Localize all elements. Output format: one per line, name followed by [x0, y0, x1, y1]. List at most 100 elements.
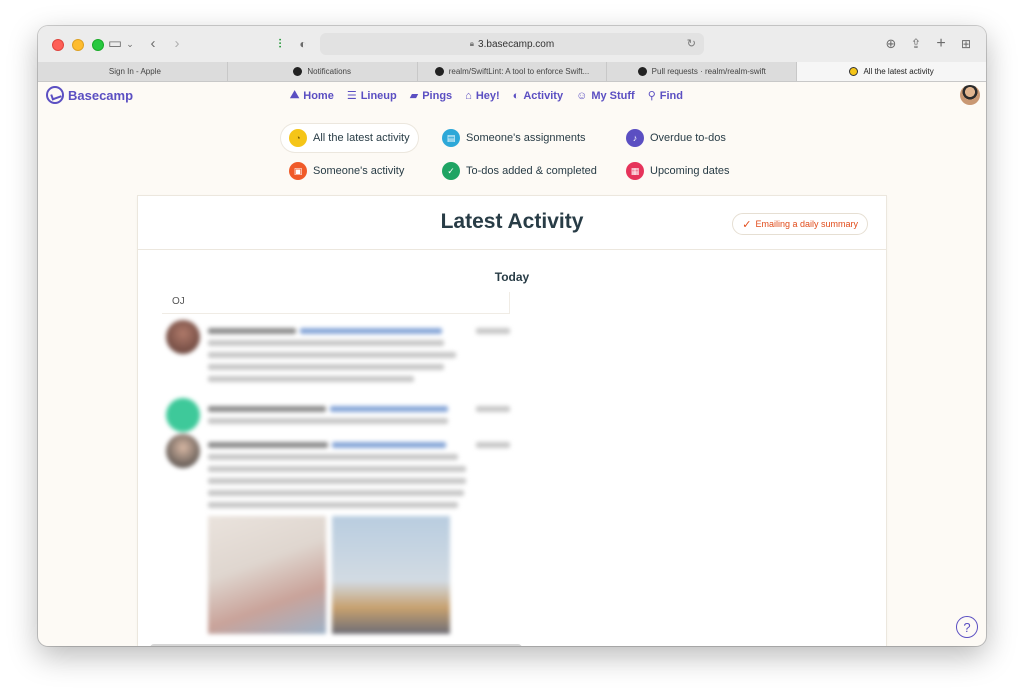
tab-label: Pull requests · realm/realm-swift	[651, 67, 766, 76]
download-icon[interactable]: ⊕	[883, 35, 899, 53]
chevron-down-icon[interactable]: ⌄	[125, 35, 135, 53]
list-item	[476, 328, 510, 334]
nav-my-stuff-label: My Stuff	[591, 89, 635, 102]
nav-hey[interactable]: ⌂ Hey!	[465, 89, 500, 102]
attachment-thumbnail	[208, 516, 326, 634]
filter-someones-assignments[interactable]: ▤ Someone's assignments	[434, 124, 594, 152]
clipboard-icon: ▤	[442, 129, 460, 147]
list-item	[208, 418, 448, 424]
share-icon[interactable]: ⇪	[908, 35, 924, 53]
basecamp-logo[interactable]: Basecamp	[46, 86, 133, 104]
tab-label: Notifications	[307, 67, 351, 76]
user-avatar[interactable]	[960, 85, 980, 105]
forward-icon[interactable]: ›	[170, 35, 184, 53]
filter-all-latest-activity[interactable]: ◔ All the latest activity	[281, 124, 418, 152]
nav-lineup[interactable]: ☰ Lineup	[346, 89, 397, 103]
filter-label: Someone's assignments	[466, 132, 586, 144]
day-heading: Today	[494, 270, 530, 284]
github-icon	[434, 67, 444, 76]
attachment-thumbnail	[332, 516, 450, 634]
horizontal-scrollbar[interactable]	[150, 644, 522, 646]
nav-activity[interactable]: ◐ Activity	[513, 89, 563, 102]
smiley-icon: ☺	[576, 89, 588, 102]
new-tab-icon[interactable]: +	[933, 35, 949, 53]
list-item	[476, 406, 510, 412]
nav-home-label: Home	[303, 89, 334, 102]
tab-swiftlint[interactable]: realm/SwiftLint: A tool to enforce Swift…	[418, 62, 608, 81]
list-item	[208, 442, 328, 448]
logo-text: Basecamp	[68, 87, 134, 103]
lock-icon: 🔒︎	[469, 39, 475, 48]
list-item	[208, 340, 444, 346]
extension-icon[interactable]: ⫶	[273, 35, 287, 53]
tab-pull-requests[interactable]: Pull requests · realm/realm-swift	[607, 62, 798, 81]
nav-links: ⛰︎ Home ☰ Lineup ▰ Pings ⌂ Hey! ◐ Activi…	[290, 89, 696, 102]
nav-pings[interactable]: ▰ Pings	[409, 89, 453, 103]
activity-filters: ◔ All the latest activity ▤ Someone's as…	[38, 122, 986, 186]
lineup-icon: ☰	[346, 90, 357, 102]
filter-overdue-todos[interactable]: ♪ Overdue to-dos	[618, 124, 734, 152]
nav-find-label: Find	[659, 89, 683, 102]
bell-icon: ♪	[626, 129, 644, 147]
filter-todos-added-completed[interactable]: ✓ To-dos added & completed	[434, 157, 605, 185]
tab-label: Sign In - Apple	[108, 67, 161, 76]
browser-toolbar: ▭ ⌄ ‹ › ⫶ ◐ 🔒︎ 3.basecamp.com ↻ ⊕ ⇪ + ⊞	[38, 26, 986, 62]
avatar	[166, 398, 200, 432]
close-window-button[interactable]	[52, 39, 64, 51]
list-item	[208, 328, 296, 334]
privacy-shield-icon[interactable]: ◐	[296, 35, 310, 53]
nav-find[interactable]: ⚲ Find	[647, 89, 683, 103]
list-item	[208, 490, 464, 496]
search-icon: ⚲	[647, 90, 656, 102]
tab-overview-icon[interactable]: ⊞	[958, 35, 974, 53]
list-item	[208, 466, 466, 472]
list-item	[300, 328, 442, 334]
sidebar-icon[interactable]: ▭	[106, 35, 124, 53]
url-text: 3.basecamp.com	[478, 38, 555, 50]
list-item	[208, 352, 456, 358]
nav-my-stuff[interactable]: ☺ My Stuff	[576, 89, 635, 102]
filter-someones-activity[interactable]: ▣ Someone's activity	[281, 157, 412, 185]
inbox-icon: ⌂	[465, 89, 472, 102]
chat-icon: ▰	[409, 90, 419, 102]
project-group-label: OJ	[162, 292, 510, 314]
github-icon	[293, 67, 303, 76]
avatar	[166, 434, 200, 468]
nav-hey-label: Hey!	[475, 89, 500, 102]
clock-icon: ◔	[289, 129, 307, 147]
reload-icon[interactable]: ↻	[687, 37, 696, 50]
app-nav: Basecamp ⛰︎ Home ☰ Lineup ▰ Pings ⌂ Hey!…	[38, 82, 986, 112]
email-summary-label: Emailing a daily summary	[755, 219, 858, 229]
filter-label: All the latest activity	[313, 132, 410, 144]
check-icon: ✓	[442, 162, 460, 180]
filter-upcoming-dates[interactable]: ▦ Upcoming dates	[618, 157, 738, 185]
calendar-icon: ▦	[626, 162, 644, 180]
tab-notifications[interactable]: Notifications	[228, 62, 418, 81]
list-item	[330, 406, 448, 412]
card-header: Latest Activity ✓ Emailing a daily summa…	[138, 196, 886, 250]
zoom-window-button[interactable]	[92, 39, 104, 51]
filter-label: To-dos added & completed	[466, 165, 597, 177]
github-icon	[637, 67, 647, 76]
help-icon: ?	[963, 619, 971, 635]
tab-latest-activity[interactable]: All the latest activity	[797, 62, 986, 81]
tab-label: realm/SwiftLint: A tool to enforce Swift…	[448, 67, 590, 76]
browser-window: ▭ ⌄ ‹ › ⫶ ◐ 🔒︎ 3.basecamp.com ↻ ⊕ ⇪ + ⊞ …	[38, 26, 986, 646]
list-item	[208, 376, 414, 382]
list-item	[208, 478, 466, 484]
briefcase-icon: ▣	[289, 162, 307, 180]
nav-activity-label: Activity	[523, 89, 564, 102]
mountain-icon: ⛰︎	[290, 89, 300, 101]
tab-bar: Sign In - Apple Notifications realm/Swif…	[38, 62, 986, 82]
nav-home[interactable]: ⛰︎ Home	[290, 89, 334, 102]
address-bar[interactable]: 🔒︎ 3.basecamp.com ↻	[320, 33, 704, 55]
help-button[interactable]: ?	[956, 616, 978, 638]
minimize-window-button[interactable]	[72, 39, 84, 51]
nav-pings-label: Pings	[422, 89, 453, 102]
list-item	[208, 454, 458, 460]
filter-label: Someone's activity	[313, 165, 405, 177]
email-summary-button[interactable]: ✓ Emailing a daily summary	[732, 213, 868, 235]
tab-sign-in-apple[interactable]: Sign In - Apple	[38, 62, 228, 81]
back-icon[interactable]: ‹	[146, 35, 160, 53]
activity-icon: ◐	[512, 89, 520, 102]
